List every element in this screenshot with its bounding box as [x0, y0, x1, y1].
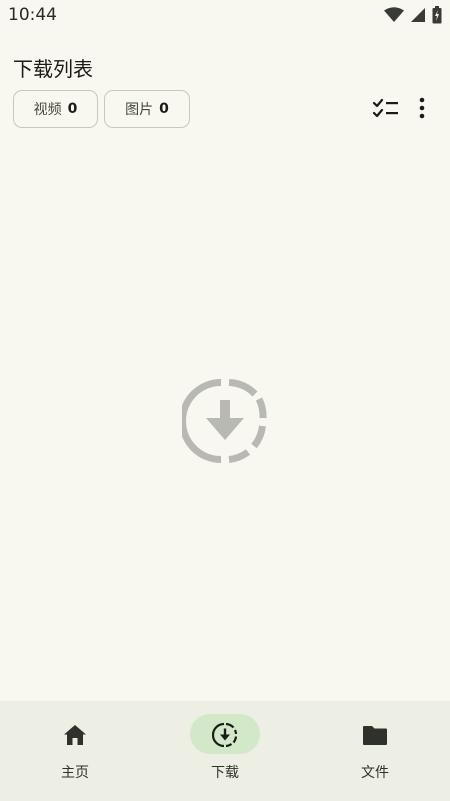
page-title: 下载列表: [13, 57, 93, 81]
nav-label: 主页: [61, 765, 89, 781]
checklist-icon: [372, 97, 400, 123]
status-icons: [384, 6, 442, 28]
more-vert-icon: [419, 97, 425, 123]
nav-label: 文件: [361, 765, 389, 781]
video-filter-chip[interactable]: 视频 0: [13, 90, 98, 128]
nav-item-files[interactable]: 文件: [300, 701, 450, 801]
battery-charging-icon: [432, 6, 442, 28]
nav-label: 下载: [211, 765, 239, 781]
nav-item-home[interactable]: 主页: [0, 701, 150, 801]
home-icon: [62, 722, 88, 748]
folder-icon: [362, 722, 388, 748]
select-all-button[interactable]: [372, 96, 400, 124]
download-circle-dashed-icon: [179, 378, 268, 464]
chip-label: 图片: [125, 102, 154, 118]
status-time: 10:44: [8, 5, 57, 25]
signal-icon: [410, 7, 426, 27]
download-circle-icon: [211, 722, 238, 748]
chip-count: 0: [67, 101, 78, 117]
more-options-button[interactable]: [408, 96, 436, 124]
chip-count: 0: [159, 101, 169, 117]
nav-item-download[interactable]: 下载: [150, 701, 300, 801]
image-filter-chip[interactable]: 图片 0: [104, 90, 190, 128]
bottom-navigation: 主页 下载 文件: [0, 701, 450, 801]
chip-label: 视频: [33, 102, 62, 118]
wifi-icon: [384, 7, 404, 27]
status-bar: 10:44: [0, 0, 450, 32]
